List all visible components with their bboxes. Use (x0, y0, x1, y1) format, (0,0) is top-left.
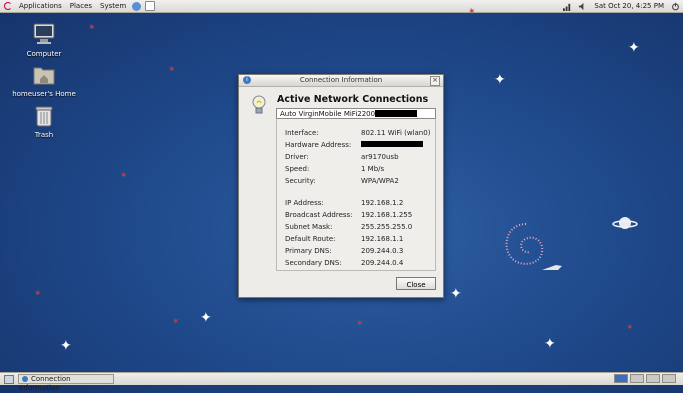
detail-label: Speed: (285, 165, 310, 173)
rocket-decoration (542, 265, 562, 270)
star-decoration: ✶ (34, 289, 42, 299)
computer-icon (33, 23, 55, 44)
workspace-2[interactable] (630, 374, 644, 383)
detail-label: Secondary DNS: (285, 259, 342, 267)
taskbar-button-connection-info[interactable]: Connection Information (18, 374, 114, 392)
detail-label: Driver: (285, 153, 309, 161)
detail-label: Broadcast Address: (285, 211, 353, 219)
desktop-icon-home[interactable]: homeuser's Home (8, 64, 80, 98)
detail-value: 192.168.1.1 (361, 235, 404, 243)
detail-value: 802.11 WiFi (wlan0) (361, 129, 431, 137)
detail-label: Interface: (285, 129, 319, 137)
detail-label: IP Address: (285, 199, 324, 207)
workspace-3[interactable] (646, 374, 660, 383)
menu-system[interactable]: System (96, 0, 130, 12)
star-decoration: ✶ (468, 7, 476, 17)
tab-connection[interactable]: Auto VirginMobile MiFi2200 (276, 108, 436, 119)
star-decoration: ✶ (88, 23, 96, 33)
detail-label: Hardware Address: (285, 141, 352, 149)
star-decoration: ✦ (60, 338, 72, 354)
desktop-icon-trash[interactable]: Trash (14, 105, 74, 139)
detail-value: ar9170usb (361, 153, 399, 161)
detail-value: 1 Mb/s (361, 165, 385, 173)
star-decoration: ✦ (494, 72, 506, 88)
bottom-panel: Connection Information (0, 372, 683, 392)
star-decoration: ✦ (450, 286, 462, 302)
star-decoration: ✦ (200, 310, 212, 326)
redaction-bar (361, 141, 423, 147)
desktop-icon-label: Computer (26, 50, 62, 58)
web-browser-icon[interactable] (132, 1, 142, 11)
star-decoration: ✶ (172, 317, 180, 327)
show-desktop-icon[interactable] (4, 375, 14, 384)
redaction-bar (375, 110, 418, 117)
dialog-heading: Active Network Connections (277, 94, 429, 105)
workspace-4[interactable] (662, 374, 676, 383)
menu-applications[interactable]: Applications (15, 0, 66, 12)
home-folder-icon (33, 67, 55, 85)
star-decoration: ✶ (356, 319, 364, 329)
clock[interactable]: Sat Oct 20, 4:25 PM (594, 2, 664, 10)
top-panel: Applications Places System Sat Oct 20, 4… (0, 0, 683, 13)
connection-details-panel: Interface: 802.11 WiFi (wlan0) Hardware … (276, 119, 436, 271)
detail-label: Default Route: (285, 235, 336, 243)
detail-value: 255.255.255.0 (361, 223, 413, 231)
detail-value: 192.168.1.255 (361, 211, 413, 219)
power-icon[interactable] (671, 2, 680, 11)
info-icon: i (243, 76, 251, 84)
volume-icon[interactable] (578, 2, 587, 11)
desktop-icon-computer[interactable]: Computer (14, 22, 74, 58)
desktop-icon-label: homeuser's Home (12, 90, 76, 98)
detail-value (361, 141, 423, 149)
detail-value: 192.168.1.2 (361, 199, 404, 207)
detail-label: Primary DNS: (285, 247, 332, 255)
star-decoration: ✦ (544, 336, 556, 352)
trash-icon (35, 106, 53, 127)
workspace-1[interactable] (614, 374, 628, 383)
dialog-title: Connection Information (299, 76, 383, 84)
email-icon[interactable] (145, 1, 156, 11)
detail-label: Subnet Mask: (285, 223, 333, 231)
connection-info-dialog: i Connection Information × Active Networ… (238, 74, 444, 298)
detail-value: 209.244.0.4 (361, 259, 404, 267)
star-decoration: ✦ (628, 40, 640, 56)
debian-logo-icon[interactable] (4, 2, 12, 10)
close-button[interactable]: Close (396, 277, 436, 290)
dialog-titlebar[interactable]: i Connection Information × (239, 75, 443, 87)
detail-label: Security: (285, 177, 316, 185)
lightbulb-icon (252, 95, 266, 114)
network-signal-icon[interactable] (563, 2, 572, 11)
detail-value: WPA/WPA2 (361, 177, 399, 185)
planet-decoration (612, 217, 638, 229)
close-icon[interactable]: × (430, 76, 440, 86)
info-icon (22, 376, 28, 382)
star-decoration: ✶ (626, 323, 634, 333)
menu-places[interactable]: Places (66, 0, 96, 12)
tab-connection-label: Auto VirginMobile MiFi2200 (280, 110, 376, 118)
star-decoration: ✶ (120, 171, 128, 181)
desktop-icon-label: Trash (34, 131, 54, 139)
detail-value: 209.244.0.3 (361, 247, 404, 255)
star-decoration: ✶ (168, 65, 176, 75)
